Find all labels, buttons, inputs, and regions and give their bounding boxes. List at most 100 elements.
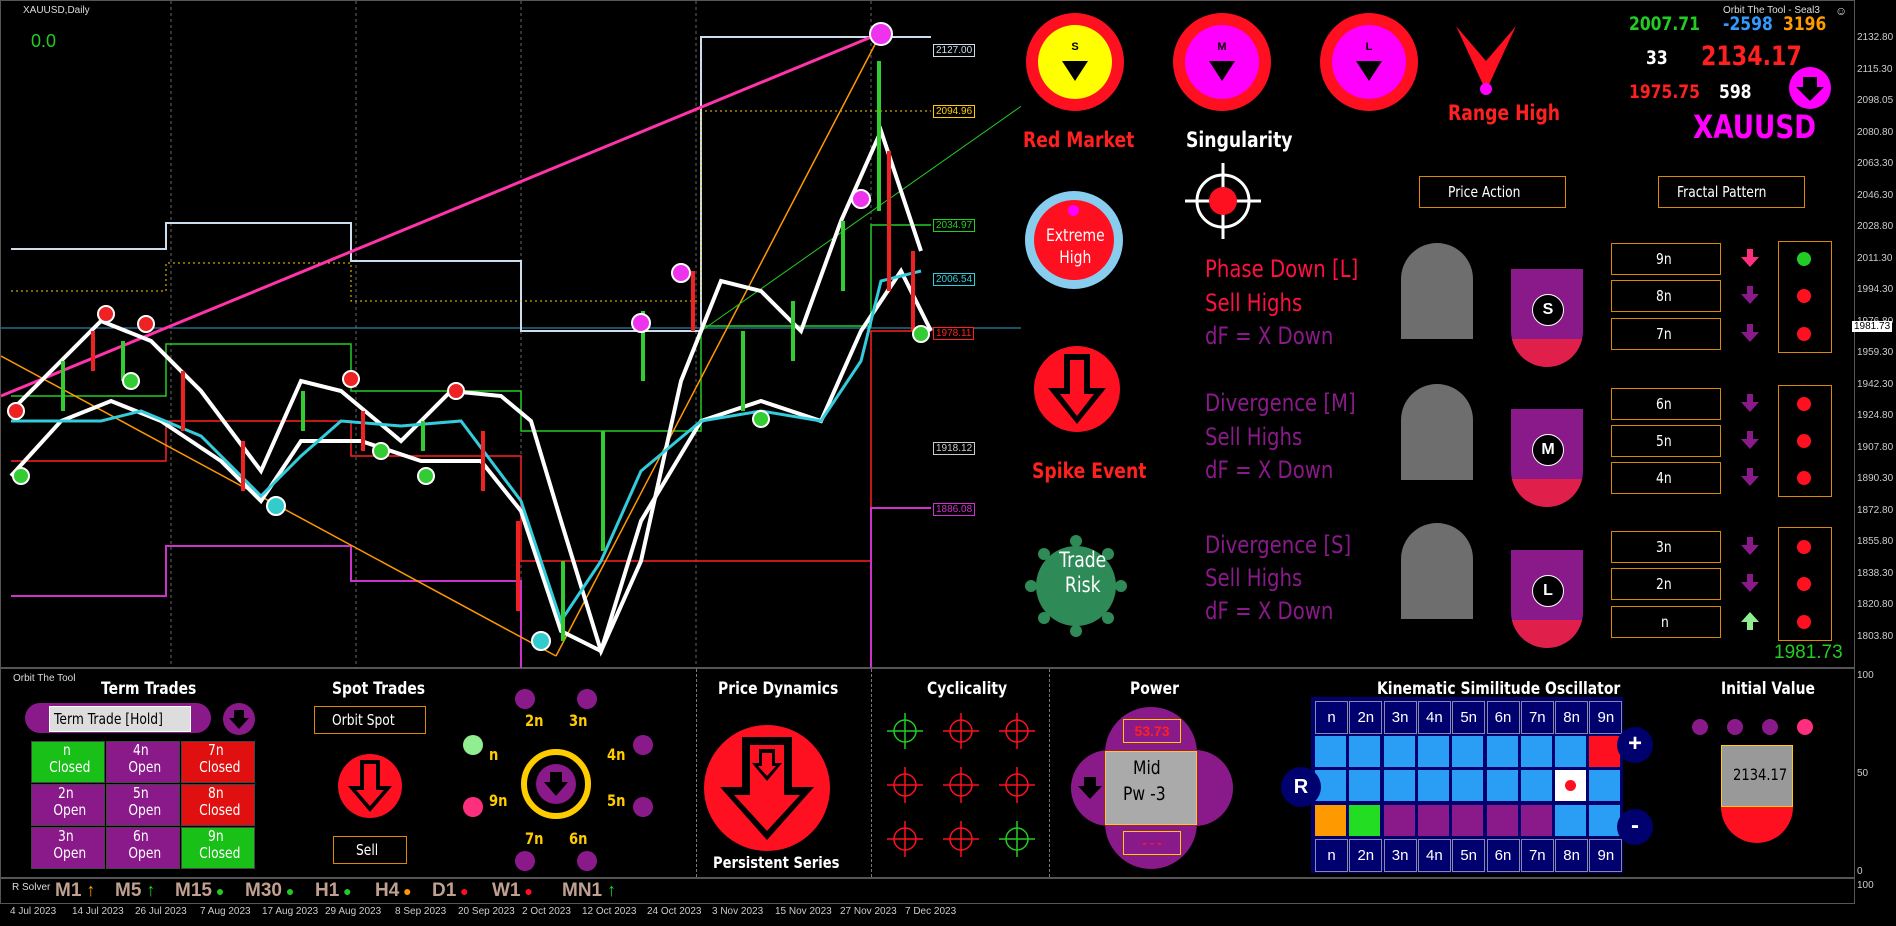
- kso-minus-button[interactable]: -: [1617, 809, 1653, 845]
- orbit-dot: [577, 851, 597, 871]
- term-cell[interactable]: 8n Closed: [181, 784, 255, 826]
- fractal-item[interactable]: 5n: [1611, 425, 1721, 457]
- fractal-item[interactable]: n: [1611, 606, 1721, 638]
- status-dot-icon: ●: [339, 883, 352, 899]
- date-axis-label: 8 Sep 2023: [395, 906, 447, 917]
- price-axis-label: 1872.80: [1857, 504, 1894, 516]
- r-solver-label: R Solver: [12, 882, 51, 893]
- indicator-dot: [1797, 719, 1813, 735]
- kso-cell: [1383, 735, 1415, 767]
- level-label: 2006.54: [933, 273, 976, 286]
- price-axis-label: 1994.30: [1857, 284, 1894, 295]
- timeframe-h1[interactable]: H1 ●: [315, 880, 352, 902]
- section-divider: [871, 669, 872, 877]
- status-dot-icon: ●: [520, 883, 533, 899]
- term-cell[interactable]: n Closed: [31, 741, 105, 783]
- fractal-item[interactable]: 6n: [1611, 388, 1721, 420]
- term-cell[interactable]: 3n Open: [31, 827, 105, 869]
- fractal-item[interactable]: 3n: [1611, 531, 1721, 563]
- timeframe-w1[interactable]: W1 ●: [492, 880, 533, 902]
- orbit-ring: [521, 749, 591, 819]
- term-cell[interactable]: 4n Open: [106, 741, 180, 783]
- kso-cell: [1349, 770, 1381, 801]
- level-label: 1886.08: [933, 503, 976, 516]
- timeframe-h4[interactable]: H4 ●: [375, 880, 412, 902]
- term-cell[interactable]: 2n Open: [31, 784, 105, 826]
- persistent-series-icon: [704, 725, 830, 851]
- status-box: [1778, 527, 1832, 641]
- orbit-dot: [577, 689, 597, 709]
- orbit-dot: [515, 851, 535, 871]
- main-chart[interactable]: 2127.00 2094.96 2034.97 2006.54 1978.11 …: [0, 0, 1855, 669]
- kso-cell: [1555, 735, 1587, 767]
- kso-cell: [1315, 735, 1346, 767]
- fractal-pattern-button[interactable]: Fractal Pattern: [1658, 176, 1805, 208]
- term-cell[interactable]: 7n Closed: [181, 741, 255, 783]
- arrow-down-icon[interactable]: [223, 703, 255, 735]
- gauge-block: [1401, 384, 1473, 480]
- last-price: 1981.73: [1774, 642, 1843, 663]
- arrow-up-icon: [1741, 612, 1759, 630]
- extreme-high-indicator: Extreme High: [1025, 191, 1123, 289]
- date-axis-label: 2 Oct 2023: [522, 906, 571, 917]
- indicator-dot: [1727, 719, 1743, 735]
- fractal-item[interactable]: 8n: [1611, 280, 1721, 312]
- term-trade-button[interactable]: Term Trade [Hold]: [25, 703, 211, 733]
- stat-value: 1975.75: [1629, 81, 1700, 103]
- phase-badge: S: [1511, 269, 1583, 367]
- timeframe-m1[interactable]: M1 ↑: [55, 880, 95, 902]
- level-label: 2127.00: [933, 44, 976, 57]
- indicator-panel: Orbit The Tool Term Trades Term Trade [H…: [0, 668, 1855, 878]
- kso-r-button[interactable]: R: [1281, 767, 1321, 807]
- kso-cell: [1452, 770, 1484, 801]
- term-cell[interactable]: 9n Closed: [181, 827, 255, 869]
- price-axis-label: 2115.30: [1857, 63, 1893, 75]
- spike-event-icon: [1034, 346, 1120, 432]
- kso-cell: [1520, 804, 1552, 836]
- kso-header: 9n: [1589, 839, 1623, 872]
- timeframe-mn1[interactable]: MN1 ↑: [562, 880, 616, 902]
- status-dot-icon: ●: [456, 883, 469, 899]
- red-market-label: Red Market: [1023, 128, 1135, 152]
- timeframe-m5[interactable]: M5 ↑: [115, 880, 155, 902]
- term-cell[interactable]: 6n Open: [106, 827, 180, 869]
- arrow-down-icon: [1741, 324, 1759, 342]
- price-axis-label: 1855.80: [1857, 536, 1894, 547]
- kso-cell: [1452, 804, 1484, 836]
- power-title: Power: [1130, 679, 1180, 699]
- arrow-up-icon: ↑: [141, 880, 156, 900]
- orbit-spot-button[interactable]: Orbit Spot: [314, 706, 426, 734]
- timeframe-m30[interactable]: M30 ●: [245, 880, 294, 902]
- panel-name: Orbit The Tool: [13, 673, 76, 684]
- range-high-label: Range High: [1448, 101, 1561, 125]
- orbit-label: 9n: [489, 791, 508, 810]
- date-axis-label: 7 Dec 2023: [905, 906, 957, 917]
- term-cell[interactable]: 5n Open: [106, 784, 180, 826]
- kso-grid: n 2n 3n 4n 5n 6n 7n 8n 9n n 2n 3n 4n 5n 6n 7n 8n 9n: [1311, 697, 1623, 873]
- timescale-m-icon: M: [1173, 13, 1271, 111]
- kso-header: 4n: [1417, 701, 1451, 734]
- orbit-dot: [515, 689, 535, 709]
- arrow-down-icon: [1741, 537, 1759, 555]
- fractal-item[interactable]: 2n: [1611, 568, 1721, 600]
- kso-plus-button[interactable]: +: [1617, 727, 1653, 763]
- cyclicality-title: Cyclicality: [927, 679, 1008, 699]
- price-action-button[interactable]: Price Action: [1419, 176, 1566, 208]
- sell-arrow-icon: [338, 754, 402, 818]
- fractal-item[interactable]: 7n: [1611, 318, 1721, 350]
- fractal-item[interactable]: 4n: [1611, 462, 1721, 494]
- orbit-dot: [633, 797, 653, 817]
- level-label: 1918.12: [933, 442, 976, 455]
- fractal-item[interactable]: 9n: [1611, 243, 1721, 275]
- kso-cell: [1349, 735, 1381, 767]
- power-gauge: 53.73 Mid Pw -3 - - -: [1071, 707, 1233, 869]
- level-label: 1978.11: [933, 327, 975, 340]
- phase-line: dF = X Down: [1205, 456, 1334, 484]
- arrow-down-icon: [1789, 67, 1831, 109]
- timeframe-m15[interactable]: M15 ●: [175, 880, 224, 902]
- sub-axis-label: 50: [1857, 768, 1869, 779]
- sell-button[interactable]: Sell: [333, 836, 407, 864]
- price-axis-label: 1924.80: [1857, 410, 1894, 421]
- timeframe-d1[interactable]: D1 ●: [432, 880, 469, 902]
- price-axis-label: 1890.30: [1857, 473, 1894, 484]
